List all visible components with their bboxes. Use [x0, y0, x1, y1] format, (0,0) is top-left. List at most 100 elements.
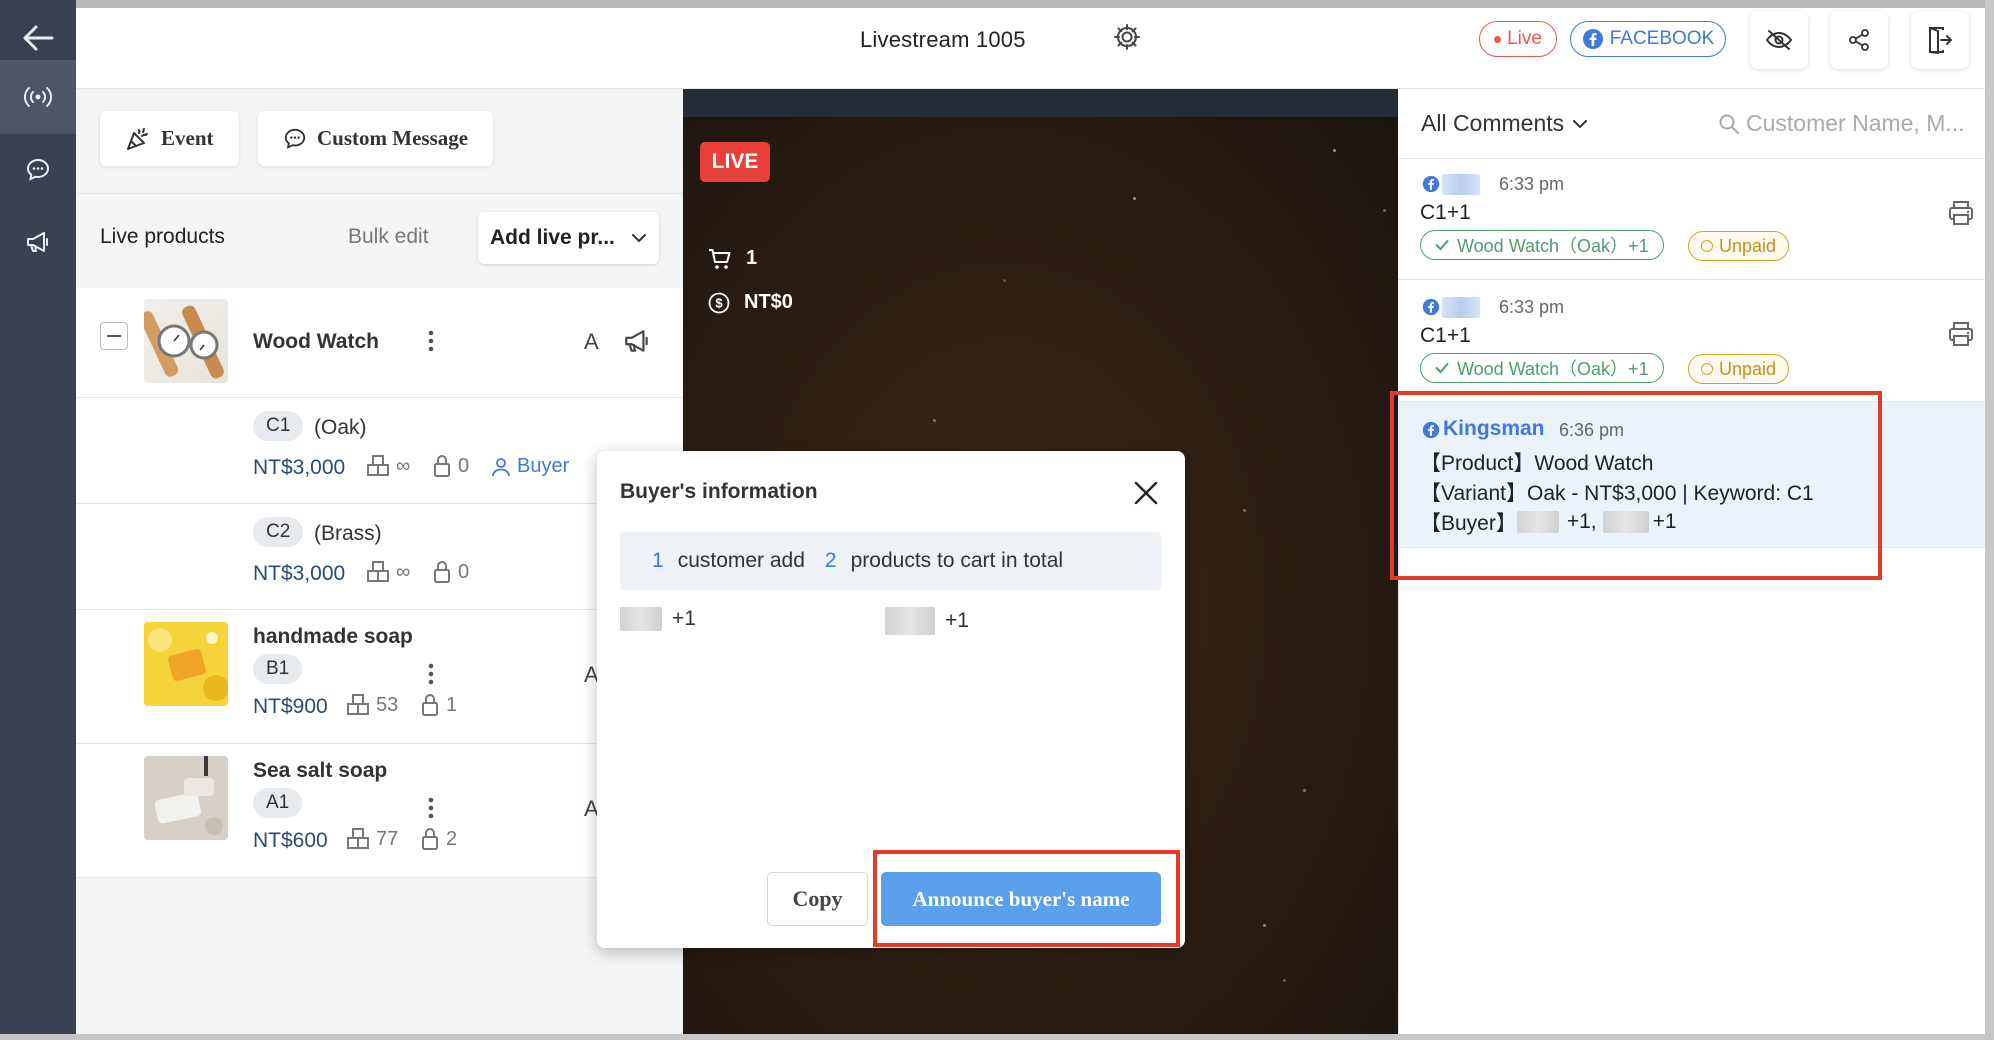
gear-icon [1114, 24, 1140, 50]
comment-filter-dropdown[interactable]: All Comments [1421, 110, 1588, 137]
product-row-sea-salt-soap: Sea salt soap A1 NT$600 77 2 A [76, 744, 683, 878]
search-icon [1719, 114, 1739, 134]
more-options-button[interactable] [421, 795, 441, 821]
buyer-link-label: Buyer [517, 455, 570, 477]
payment-status-tag: Unpaid [1688, 231, 1790, 261]
exit-button[interactable] [1911, 11, 1969, 69]
copy-button[interactable]: Copy [767, 872, 868, 926]
product-row-wood-watch: Wood Watch A [76, 288, 683, 398]
window-top-edge [0, 0, 1994, 8]
product-name: Wood Watch [253, 330, 379, 353]
modal-close-button[interactable] [1131, 478, 1161, 508]
lock-icon [422, 694, 438, 716]
sidebar-item-announcements[interactable] [0, 206, 76, 278]
commenter-name-redacted [1442, 174, 1480, 195]
variant-name: (Oak) [314, 416, 367, 439]
buyer-name-redacted [885, 607, 935, 635]
check-icon [1435, 363, 1449, 374]
exit-door-icon [1929, 27, 1952, 54]
variant-price: NT$3,000 [253, 456, 346, 479]
buyer-link[interactable]: Buyer [491, 455, 569, 478]
add-live-product-dropdown[interactable]: Add live pr... [478, 212, 659, 264]
locked-value: 0 [458, 560, 470, 583]
chat-bubble-icon [26, 158, 50, 181]
cart-count-value: 1 [746, 247, 758, 269]
comment-item[interactable]: 6:33 pm C1+1 Wood Watch（Oak）+1 Unpaid [1398, 280, 1985, 402]
variant-row-c2: C2 (Brass) NT$3,000 ∞ 0 [76, 504, 683, 610]
buyer-entry: +1 [620, 607, 696, 631]
stock-stat: ∞ [366, 454, 410, 478]
product-name: Sea salt soap [253, 759, 388, 782]
keyword-chip: C2 [253, 517, 304, 547]
watch-image [144, 305, 224, 379]
announce-product-button[interactable] [622, 328, 652, 354]
svg-text:$: $ [715, 295, 723, 310]
custom-message-button-label: Custom Message [317, 126, 469, 150]
sidebar-item-live[interactable] [0, 60, 76, 134]
sidebar [0, 0, 76, 1040]
buyer-qty: +1 [945, 609, 969, 632]
custom-message-button[interactable]: Custom Message [258, 111, 494, 166]
comment-search[interactable]: Customer Name, M... [1718, 110, 1965, 137]
printer-icon[interactable] [1947, 320, 1975, 348]
eye-off-icon [1765, 30, 1793, 50]
boxes-icon [367, 561, 389, 582]
text-announce-button[interactable]: A [584, 329, 599, 355]
product-text: products to cart in total [850, 549, 1064, 572]
bulk-edit-link[interactable]: Bulk edit [348, 225, 429, 249]
buyer-qty: +1 [672, 607, 696, 630]
boxes-icon [347, 828, 369, 849]
facebook-icon [1582, 29, 1603, 49]
stock-value: 77 [376, 827, 399, 850]
hide-button[interactable] [1750, 11, 1808, 69]
stock-value: 53 [376, 693, 399, 716]
chat-bubble-icon [284, 128, 306, 149]
chevron-down-icon [1573, 119, 1588, 128]
platform-badge: FACEBOOK [1570, 21, 1726, 57]
payment-status-label: Unpaid [1719, 358, 1777, 379]
comment-item[interactable]: 6:33 pm C1+1 Wood Watch（Oak）+1 Unpaid [1398, 159, 1985, 280]
locked-value: 2 [446, 827, 458, 850]
printer-icon[interactable] [1947, 199, 1975, 227]
more-options-button[interactable] [421, 661, 441, 687]
order-tag-label: Wood Watch（Oak）+1 [1457, 359, 1649, 379]
payment-status-tag: Unpaid [1688, 354, 1790, 384]
highlight-annotation-button [873, 850, 1180, 947]
more-options-button[interactable] [421, 328, 441, 354]
locked-value: 0 [458, 454, 470, 477]
megaphone-icon [27, 232, 48, 252]
order-tag: Wood Watch（Oak）+1 [1420, 353, 1664, 383]
sidebar-item-messages[interactable] [0, 134, 76, 206]
locked-stat: 0 [432, 454, 469, 478]
product-row-handmade-soap: handmade soap B1 NT$900 53 1 A [76, 610, 683, 744]
locked-stat: 0 [432, 560, 469, 584]
payment-status-label: Unpaid [1719, 235, 1777, 256]
stream-title: Livestream 1005 [860, 27, 1026, 52]
broadcast-icon [23, 87, 53, 107]
live-products-label: Live products [100, 225, 225, 248]
video-top-bar [683, 89, 1398, 117]
comment-search-placeholder: Customer Name, M... [1746, 110, 1965, 136]
kebab-menu-icon [428, 797, 434, 819]
product-name: handmade soap [253, 625, 413, 648]
chevron-down-icon [631, 234, 646, 243]
locked-stat: 1 [420, 693, 457, 717]
comment-time: 6:33 pm [1499, 297, 1565, 317]
keyword-chip: C1 [253, 411, 304, 441]
customer-count: 1 [652, 549, 664, 572]
lock-icon [422, 828, 438, 850]
order-tag-label: Wood Watch（Oak）+1 [1457, 236, 1649, 256]
boxes-icon [367, 455, 389, 476]
comment-text: C1+1 [1420, 201, 1471, 224]
live-status-badge: Live [1479, 21, 1557, 57]
share-button[interactable] [1830, 11, 1888, 69]
cart-count-stat: 1 [708, 247, 757, 270]
buyer-entry: +1 [885, 607, 969, 635]
product-thumbnail [144, 756, 228, 840]
stream-settings-button[interactable] [1112, 22, 1142, 52]
buyer-name-redacted [620, 607, 662, 631]
collapse-toggle[interactable] [100, 322, 128, 350]
event-button[interactable]: Event [100, 111, 239, 166]
product-price: NT$900 [253, 695, 328, 718]
platform-label: FACEBOOK [1609, 28, 1715, 49]
